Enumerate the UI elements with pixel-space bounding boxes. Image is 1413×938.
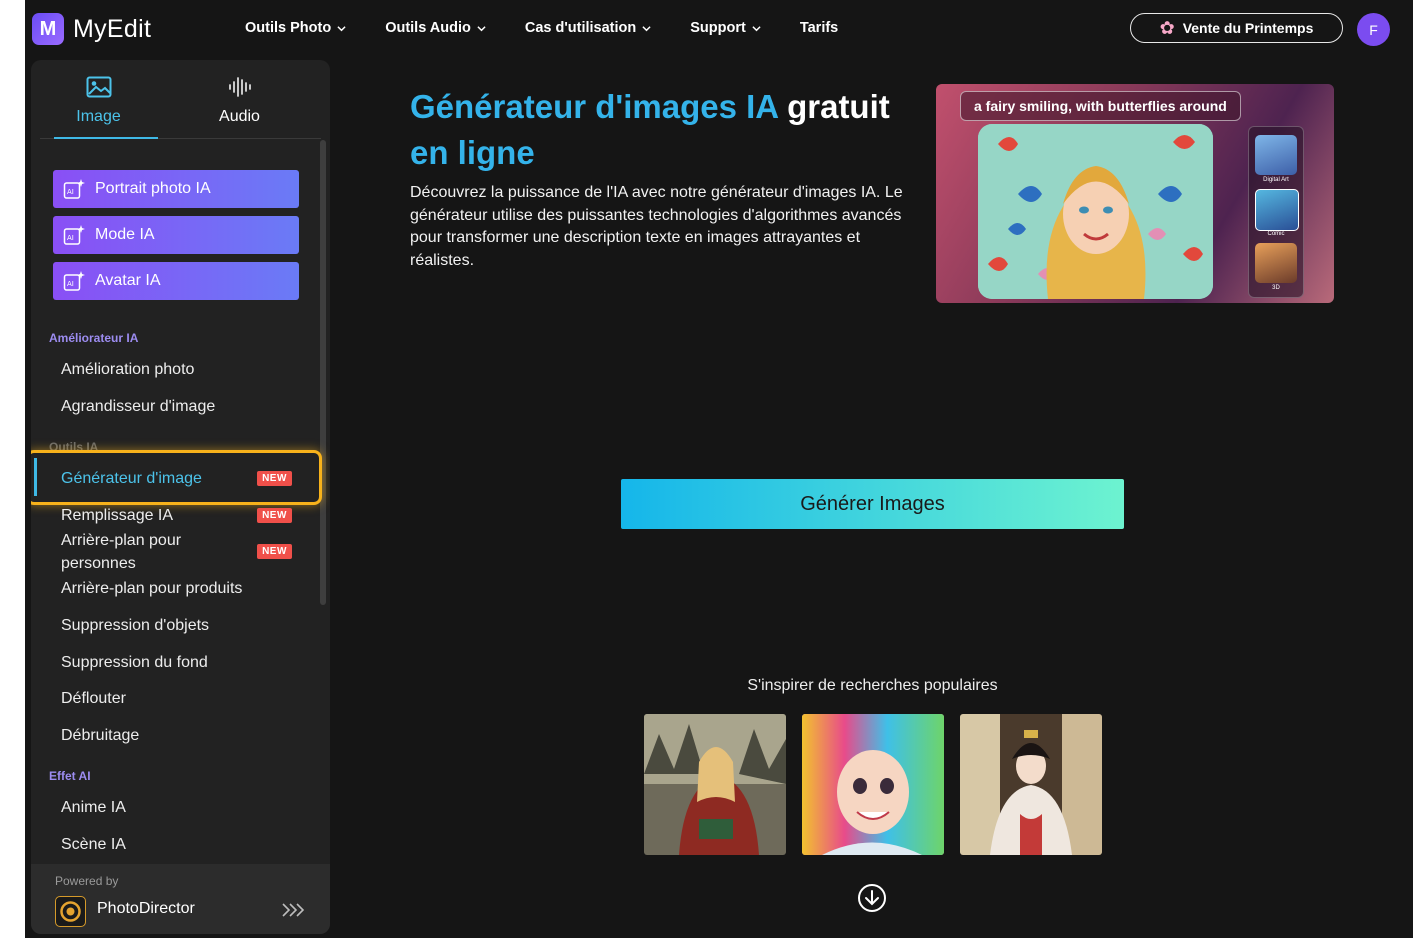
promo-label: Vente du Printemps	[1182, 20, 1314, 36]
title-rest: gratuit	[787, 88, 890, 125]
top-navigation: M MyEdit Outils Photo Outils Audio Cas d…	[25, 0, 1413, 60]
tab-image[interactable]: Image	[40, 60, 158, 139]
focus-highlight	[31, 450, 322, 505]
ai-sparkle-icon: AI	[63, 271, 85, 291]
user-avatar[interactable]: F	[1357, 13, 1390, 46]
powered-by-label: Powered by	[55, 874, 119, 888]
tab-label: Image	[76, 108, 121, 125]
sidebar: Image Audio AI Portrait photo IA AI Mode…	[31, 60, 330, 934]
portrait-photo-ia-button[interactable]: AI Portrait photo IA	[53, 170, 299, 208]
menu-cas-utilisation[interactable]: Cas d'utilisation	[525, 20, 651, 36]
flower-icon: ✿	[1159, 18, 1175, 38]
ai-sparkle-icon: AI	[63, 179, 85, 199]
button-label: Mode IA	[95, 226, 155, 243]
style-label: Comic	[1267, 231, 1285, 237]
photodirector-name: PhotoDirector	[97, 900, 195, 917]
menu-label: Support	[690, 20, 746, 36]
sidebar-item-deflouter[interactable]: Déflouter	[61, 687, 291, 710]
menu-support[interactable]: Support	[690, 20, 761, 36]
inspire-image-rainbow-girl[interactable]	[802, 714, 944, 855]
tab-audio[interactable]: Audio	[181, 60, 298, 138]
myedit-logo-icon: M	[32, 13, 64, 45]
generate-images-button[interactable]: Générer Images	[621, 479, 1124, 529]
chevron-down-icon	[477, 25, 486, 31]
chevron-down-icon	[752, 25, 761, 31]
sidebar-item-scene-ia[interactable]: Scène IA	[61, 833, 291, 856]
menu-label: Cas d'utilisation	[524, 20, 637, 36]
brand-name: MyEdit	[73, 14, 152, 43]
menu-outils-photo[interactable]: Outils Photo	[245, 20, 346, 36]
digital-art-style-thumb	[1255, 135, 1297, 175]
sidebar-item-debruitage[interactable]: Débruitage	[61, 724, 291, 747]
sidebar-item-suppression-fond[interactable]: Suppression du fond	[61, 651, 291, 674]
section-title-enhancer: Améliorateur IA	[49, 331, 139, 345]
chevron-down-icon	[337, 25, 346, 31]
inspire-image-elf[interactable]	[644, 714, 786, 855]
section-title-effect: Effet AI	[49, 769, 91, 783]
svg-text:AI: AI	[67, 280, 74, 288]
button-label: Avatar IA	[95, 272, 161, 289]
photodirector-logo-icon	[55, 896, 86, 927]
new-badge: NEW	[257, 544, 292, 559]
sidebar-tabs: Image Audio	[40, 60, 321, 139]
image-icon	[86, 76, 112, 98]
menu-tarifs[interactable]: Tarifs	[800, 20, 838, 36]
menu-label: Outils Photo	[245, 20, 332, 36]
spring-sale-button[interactable]: ✿ Vente du Printemps	[1130, 13, 1343, 43]
main-menu: Outils Photo Outils Audio Cas d'utilisat…	[245, 20, 877, 36]
title-line2: en ligne	[410, 134, 535, 171]
inspire-title: S'inspirer de recherches populaires	[747, 677, 998, 694]
sidebar-item-arriere-plan-personnes[interactable]: Arrière-plan pour personnes	[61, 529, 211, 575]
tab-label: Audio	[219, 108, 260, 125]
chevron-down-icon	[642, 25, 651, 31]
comic-style-thumb	[1255, 189, 1299, 231]
powered-by-footer[interactable]: Powered by PhotoDirector	[31, 864, 330, 934]
page-description: Découvrez la puissance de l'IA avec notr…	[410, 184, 903, 269]
sidebar-scrollbar[interactable]	[320, 140, 326, 605]
prompt-example: a fairy smiling, with butterflies around	[960, 91, 1241, 121]
sidebar-item-amelioration-photo[interactable]: Amélioration photo	[61, 358, 291, 381]
chevrons-right-icon	[282, 903, 305, 917]
button-label: Portrait photo IA	[95, 180, 211, 197]
inspire-image-geisha[interactable]	[960, 714, 1102, 855]
style-label: Digital Art	[1263, 177, 1289, 183]
style-label: 3D	[1272, 285, 1280, 291]
ai-sparkle-icon: AI	[63, 225, 85, 245]
sidebar-item-agrandisseur[interactable]: Agrandisseur d'image	[61, 395, 291, 418]
audio-wave-icon	[229, 77, 251, 97]
scroll-down-icon[interactable]	[857, 883, 887, 913]
sidebar-item-anime-ia[interactable]: Anime IA	[61, 796, 291, 819]
svg-text:AI: AI	[67, 188, 74, 196]
new-badge: NEW	[257, 508, 292, 523]
mode-ia-button[interactable]: AI Mode IA	[53, 216, 299, 254]
3d-style-thumb	[1255, 243, 1297, 283]
sidebar-item-suppression-objets[interactable]: Suppression d'objets	[61, 614, 291, 637]
fairy-butterflies-image	[978, 124, 1213, 299]
svg-text:AI: AI	[67, 234, 74, 242]
app-window: M MyEdit Outils Photo Outils Audio Cas d…	[25, 0, 1413, 938]
sidebar-item-arriere-plan-produits[interactable]: Arrière-plan pour produits	[61, 577, 291, 600]
hero-illustration: a fairy smiling, with butterflies around…	[936, 84, 1334, 303]
page-title: Générateur d'images IA gratuit en ligne	[410, 84, 920, 176]
menu-outils-audio[interactable]: Outils Audio	[385, 20, 486, 36]
title-accent: Générateur d'images IA	[410, 88, 778, 125]
style-thumbnails: Digital Art Comic 3D	[1248, 126, 1304, 298]
myedit-logo[interactable]: M MyEdit	[32, 13, 151, 45]
menu-label: Outils Audio	[385, 20, 471, 36]
avatar-ia-button[interactable]: AI Avatar IA	[53, 262, 299, 300]
menu-label: Tarifs	[799, 20, 839, 36]
